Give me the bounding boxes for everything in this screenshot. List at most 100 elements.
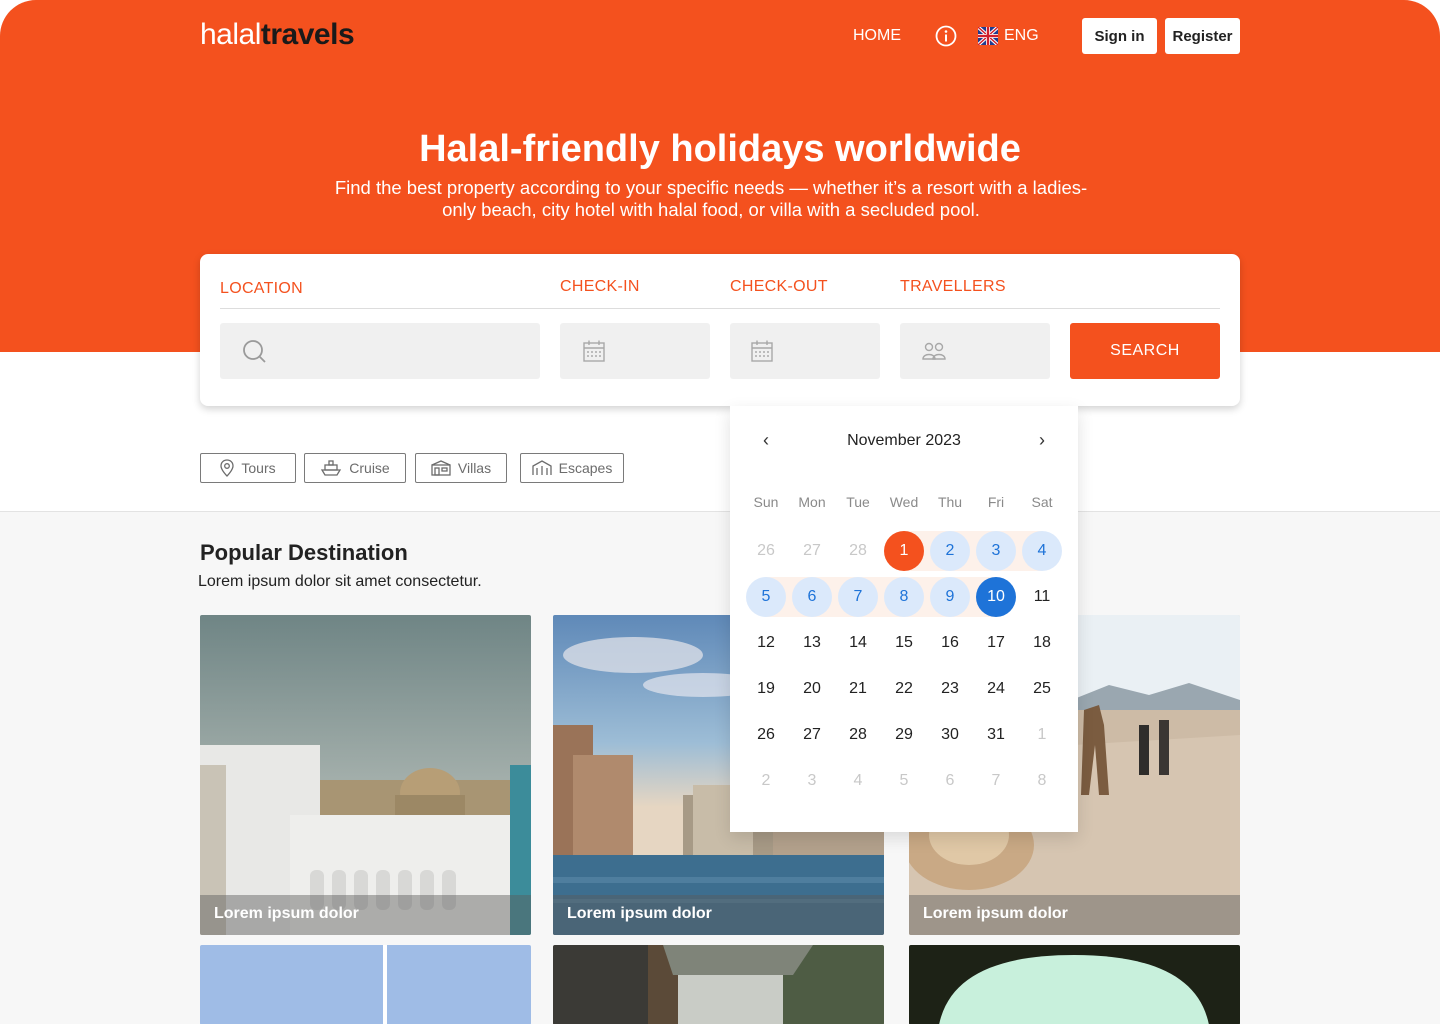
calendar-day-in-range[interactable]: 5 <box>746 577 786 617</box>
checkin-label: CHECK-IN <box>560 278 640 295</box>
nav-home-link[interactable]: HOME <box>853 27 901 45</box>
calendar-day-outside-month: 8 <box>1037 772 1047 789</box>
category-chip-villas[interactable]: Villas <box>415 453 507 483</box>
card-caption: Lorem ipsum dolor <box>553 895 884 935</box>
calendar-day[interactable]: 17 <box>976 623 1016 663</box>
brand-logo[interactable]: halaltravels <box>200 18 355 52</box>
weekday-header: Wed <box>889 494 919 510</box>
calendar-day[interactable]: 16 <box>930 623 970 663</box>
destination-card[interactable] <box>553 945 884 1024</box>
location-label: LOCATION <box>220 280 304 297</box>
ship-icon <box>321 460 342 476</box>
calendar-day[interactable]: 18 <box>1022 623 1062 663</box>
search-card: LOCATION CHECK-IN CHECK-OUT TRAVELLERS S… <box>200 254 1240 406</box>
destination-card[interactable] <box>909 945 1240 1024</box>
calendar-day-in-range[interactable]: 4 <box>1022 531 1062 571</box>
calendar-day-outside-month: 7 <box>991 772 1001 789</box>
map-pin-icon <box>220 459 235 477</box>
date-picker-popup: ‹ November 2023 › Sun Mon Tue Wed Thu Fri Sat 2… <box>730 406 1078 832</box>
calendar-day-in-range[interactable]: 8 <box>884 577 924 617</box>
chip-label: Tours <box>241 460 276 476</box>
checkin-input[interactable] <box>560 323 710 379</box>
calendar-icon <box>751 340 773 362</box>
brand-logo-part2: travels <box>260 18 355 51</box>
calendar-day[interactable]: 31 <box>976 715 1016 755</box>
calendar-day[interactable]: 19 <box>746 669 786 709</box>
weekday-header: Mon <box>798 494 826 510</box>
page: halaltravels HOME ENG Sign in Register H… <box>0 0 1440 1024</box>
travellers-input[interactable] <box>900 323 1050 379</box>
calendar-icon <box>583 340 605 362</box>
search-divider <box>220 308 1220 309</box>
calendar-day-in-range[interactable]: 2 <box>930 531 970 571</box>
brand-logo-part1: halal <box>200 18 261 51</box>
calendar-day[interactable]: 22 <box>884 669 924 709</box>
calendar-day[interactable]: 29 <box>884 715 924 755</box>
calendar-day[interactable]: 26 <box>746 715 786 755</box>
category-chip-cruise[interactable]: Cruise <box>304 453 406 483</box>
chip-label: Villas <box>457 460 492 476</box>
destination-image <box>200 615 531 935</box>
travellers-label: TRAVELLERS <box>900 278 1006 295</box>
calendar-day-outside-month: 4 <box>853 772 863 789</box>
calendar-day[interactable]: 23 <box>930 669 970 709</box>
destination-card[interactable]: Lorem ipsum dolor <box>200 615 531 935</box>
calendar-day-in-range[interactable]: 3 <box>976 531 1016 571</box>
calendar-day[interactable]: 13 <box>792 623 832 663</box>
destination-card[interactable] <box>200 945 531 1024</box>
weekday-header: Sat <box>1031 494 1053 510</box>
calendar-day[interactable]: 27 <box>792 715 832 755</box>
popular-subtitle: Lorem ipsum dolor sit amet consectetur. <box>198 573 482 590</box>
escape-icon <box>531 460 552 475</box>
people-icon <box>922 342 946 360</box>
calendar-day[interactable]: 20 <box>792 669 832 709</box>
category-chip-escapes[interactable]: Escapes <box>520 453 624 483</box>
calendar-day-outside-month: 28 <box>849 542 867 559</box>
calendar-day[interactable]: 12 <box>746 623 786 663</box>
calendar-day[interactable]: 11 <box>1022 577 1062 617</box>
weekday-header: Fri <box>987 494 1005 510</box>
villa-icon <box>431 460 451 476</box>
info-icon[interactable] <box>935 25 957 47</box>
calendar-day[interactable]: 15 <box>884 623 924 663</box>
signin-button[interactable]: Sign in <box>1082 18 1157 54</box>
weekday-header: Thu <box>937 494 963 510</box>
destination-image <box>200 945 531 1024</box>
calendar-day-outside-month: 2 <box>761 772 771 789</box>
hero-subtitle: Find the best property according to your… <box>334 177 1088 220</box>
calendar-day-checkin[interactable]: 1 <box>884 531 924 571</box>
calendar-day[interactable]: 21 <box>838 669 878 709</box>
calendar-day-outside-month: 1 <box>1037 726 1047 743</box>
hero-title: Halal-friendly holidays worldwide <box>419 128 1021 170</box>
calendar-day-outside-month: 6 <box>945 772 955 789</box>
language-selector[interactable]: ENG <box>1004 27 1039 45</box>
calendar-day-in-range[interactable]: 6 <box>792 577 832 617</box>
calendar-day[interactable]: 28 <box>838 715 878 755</box>
calendar-day[interactable]: 24 <box>976 669 1016 709</box>
location-input[interactable] <box>220 323 540 379</box>
register-button[interactable]: Register <box>1165 18 1240 54</box>
search-button[interactable]: SEARCH <box>1070 323 1220 379</box>
weekday-header: Sun <box>753 494 779 510</box>
popular-title: Popular Destination <box>200 540 408 565</box>
calendar-day[interactable]: 25 <box>1022 669 1062 709</box>
calendar-day[interactable]: 14 <box>838 623 878 663</box>
calendar-month-title: November 2023 <box>847 432 961 449</box>
search-icon <box>243 340 266 363</box>
checkout-input[interactable] <box>730 323 880 379</box>
category-chip-tours[interactable]: Tours <box>200 453 296 483</box>
calendar-day-in-range[interactable]: 9 <box>930 577 970 617</box>
checkout-label: CHECK-OUT <box>730 278 828 295</box>
calendar-day[interactable]: 30 <box>930 715 970 755</box>
calendar-day-outside-month: 5 <box>899 772 909 789</box>
calendar-day-checkout[interactable]: 10 <box>976 577 1016 617</box>
calendar-day-outside-month: 26 <box>757 542 775 559</box>
chip-label: Escapes <box>558 460 613 476</box>
next-month-button[interactable]: › <box>1032 430 1052 451</box>
calendar-day-outside-month: 3 <box>807 772 817 789</box>
card-caption: Lorem ipsum dolor <box>909 895 1240 935</box>
chip-label: Cruise <box>349 460 390 476</box>
calendar-day-in-range[interactable]: 7 <box>838 577 878 617</box>
destination-image <box>553 945 884 1024</box>
uk-flag-icon[interactable] <box>978 27 998 45</box>
